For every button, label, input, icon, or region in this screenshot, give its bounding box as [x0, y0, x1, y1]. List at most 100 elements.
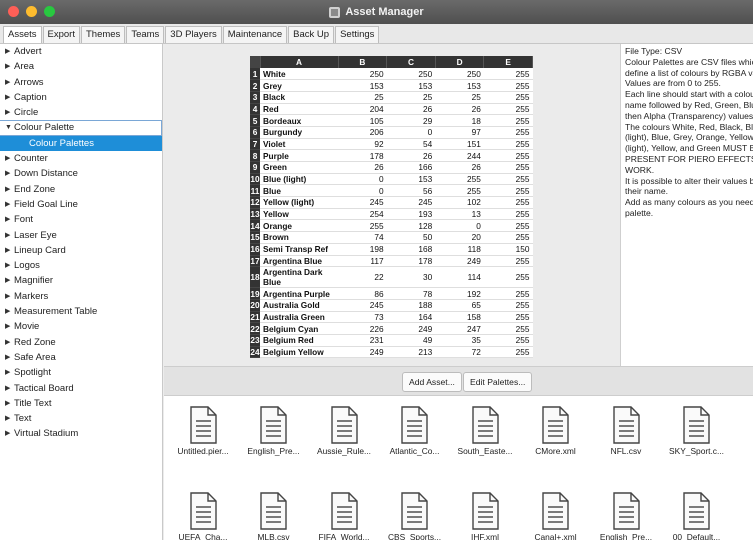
triangle-right-icon[interactable]: ▶: [5, 426, 14, 441]
tree-item[interactable]: ▶ Field Goal Line: [0, 197, 162, 212]
file-item[interactable]: Canal+.xml: [521, 492, 591, 540]
triangle-right-icon[interactable]: ▶: [5, 228, 14, 243]
triangle-right-icon[interactable]: ▶: [5, 243, 14, 258]
tree-item[interactable]: ▶ Markers: [0, 289, 162, 304]
tree-item[interactable]: ▶ Down Distance: [0, 166, 162, 181]
triangle-right-icon[interactable]: ▶: [5, 212, 14, 227]
triangle-right-icon[interactable]: ▶: [5, 182, 14, 197]
tab-teams[interactable]: Teams: [126, 26, 165, 43]
triangle-right-icon[interactable]: ▶: [5, 289, 14, 304]
triangle-right-icon[interactable]: ▶: [5, 396, 14, 411]
triangle-right-icon[interactable]: ▶: [5, 319, 14, 334]
file-item[interactable]: CMore.xml: [521, 406, 591, 466]
triangle-right-icon[interactable]: ▶: [5, 273, 14, 288]
tree-item[interactable]: ▼ Colour Palette: [0, 120, 162, 136]
tree-item[interactable]: ▶ Logos: [0, 258, 162, 273]
file-item[interactable]: MLB.csv: [239, 492, 309, 540]
triangle-right-icon[interactable]: ▶: [5, 59, 14, 74]
tree-item[interactable]: ▶ Movie: [0, 319, 162, 334]
tree-item[interactable]: ▶ Caption: [0, 90, 162, 105]
tree-item[interactable]: ▶ Font: [0, 212, 162, 227]
document-icon: [401, 492, 428, 530]
tree-item[interactable]: ▶ Title Text: [0, 396, 162, 411]
tree-item[interactable]: ▶ Counter: [0, 151, 162, 166]
tree-item[interactable]: ▶ Measurement Table: [0, 304, 162, 319]
triangle-right-icon[interactable]: ▶: [5, 335, 14, 350]
file-label: UEFA_Cha...: [178, 532, 228, 540]
triangle-right-icon[interactable]: ▶: [5, 90, 14, 105]
document-icon: [612, 492, 640, 530]
value-cell: 255: [483, 299, 533, 312]
tree-item[interactable]: ▶ Arrows: [0, 75, 162, 90]
file-item[interactable]: Atlantic_Co...: [380, 406, 450, 466]
document-icon: [189, 406, 217, 444]
add-asset-button[interactable]: Add Asset...: [402, 372, 462, 392]
document-icon: [330, 492, 358, 530]
file-item[interactable]: CBS_Sports...: [380, 492, 450, 540]
tab-maintenance[interactable]: Maintenance: [222, 26, 288, 43]
tab-settings[interactable]: Settings: [335, 26, 380, 43]
file-item[interactable]: Untitled.pier...: [168, 406, 238, 466]
tree-item[interactable]: ▶ End Zone: [0, 182, 162, 197]
value-cell: 25: [338, 91, 387, 104]
triangle-right-icon[interactable]: ▶: [5, 258, 14, 273]
tree-item[interactable]: ▶ Text: [0, 411, 162, 426]
minimize-window-button[interactable]: [26, 6, 37, 17]
row-number-cell: 23: [250, 334, 260, 347]
file-item[interactable]: SKY_Sport.c...: [662, 406, 732, 466]
csv-row: 1 White 250 250 250 255: [250, 68, 533, 81]
file-item[interactable]: FIFA_World...: [309, 492, 379, 540]
tree-item[interactable]: Colour Palettes: [0, 135, 162, 152]
edit-palettes-button[interactable]: Edit Palettes...: [463, 372, 533, 392]
tree-item-label: End Zone: [14, 183, 56, 195]
tree-item[interactable]: ▶ Spotlight: [0, 365, 162, 380]
colour-name-cell: Australia Green: [260, 311, 338, 324]
tree-item[interactable]: ▶ Laser Eye: [0, 228, 162, 243]
tab-assets[interactable]: Assets: [3, 26, 42, 43]
triangle-down-icon[interactable]: ▼: [5, 120, 14, 135]
tab-themes[interactable]: Themes: [80, 26, 126, 43]
triangle-right-icon[interactable]: ▶: [5, 411, 14, 426]
triangle-right-icon[interactable]: ▶: [5, 197, 14, 212]
csv-row: 6 Burgundy 206 0 97 255: [250, 126, 533, 139]
window-title: Asset Manager: [345, 6, 424, 18]
csv-row: 21 Australia Green 73 164 158 255: [250, 311, 533, 324]
triangle-right-icon[interactable]: ▶: [5, 151, 14, 166]
asset-tree[interactable]: ▶ Advert ▶ Area ▶ Arrows ▶ Caption ▶ Circle ▼ Colou…: [0, 44, 163, 540]
tree-item[interactable]: ▶ Magnifier: [0, 273, 162, 288]
tree-item[interactable]: ▶ Virtual Stadium: [0, 426, 162, 441]
triangle-right-icon[interactable]: ▶: [5, 304, 14, 319]
triangle-right-icon[interactable]: ▶: [5, 365, 14, 380]
file-item[interactable]: English_Pre...: [591, 492, 661, 540]
file-item[interactable]: South_Easte...: [450, 406, 520, 466]
tree-item[interactable]: ▶ Tactical Board: [0, 381, 162, 396]
tree-item[interactable]: ▶ Circle: [0, 105, 162, 120]
triangle-right-icon[interactable]: ▶: [5, 75, 14, 90]
value-cell: 193: [386, 208, 436, 221]
file-item[interactable]: 00_Default...: [662, 492, 732, 540]
value-cell: 114: [435, 266, 484, 289]
triangle-right-icon[interactable]: ▶: [5, 105, 14, 120]
tab-export[interactable]: Export: [42, 26, 80, 43]
tree-item[interactable]: ▶ Lineup Card: [0, 243, 162, 258]
tree-item[interactable]: ▶ Safe Area: [0, 350, 162, 365]
maximize-window-button[interactable]: [44, 6, 55, 17]
value-cell: 153: [386, 79, 436, 92]
tree-item[interactable]: ▶ Advert: [0, 44, 162, 59]
triangle-right-icon[interactable]: ▶: [5, 381, 14, 396]
tree-item[interactable]: ▶ Area: [0, 59, 162, 74]
value-cell: 97: [435, 126, 484, 139]
triangle-right-icon[interactable]: ▶: [5, 350, 14, 365]
file-item[interactable]: IHF.xml: [450, 492, 520, 540]
triangle-right-icon[interactable]: ▶: [5, 44, 14, 59]
file-item[interactable]: English_Pre...: [239, 406, 309, 466]
colour-name-cell: Grey: [260, 79, 338, 92]
file-item[interactable]: NFL.csv: [591, 406, 661, 466]
file-item[interactable]: Aussie_Rule...: [309, 406, 379, 466]
tab-3d-players[interactable]: 3D Players: [165, 26, 222, 43]
file-item[interactable]: UEFA_Cha...: [168, 492, 238, 540]
tab-back-up[interactable]: Back Up: [288, 26, 335, 43]
close-window-button[interactable]: [8, 6, 19, 17]
tree-item[interactable]: ▶ Red Zone: [0, 335, 162, 350]
triangle-right-icon[interactable]: ▶: [5, 166, 14, 181]
